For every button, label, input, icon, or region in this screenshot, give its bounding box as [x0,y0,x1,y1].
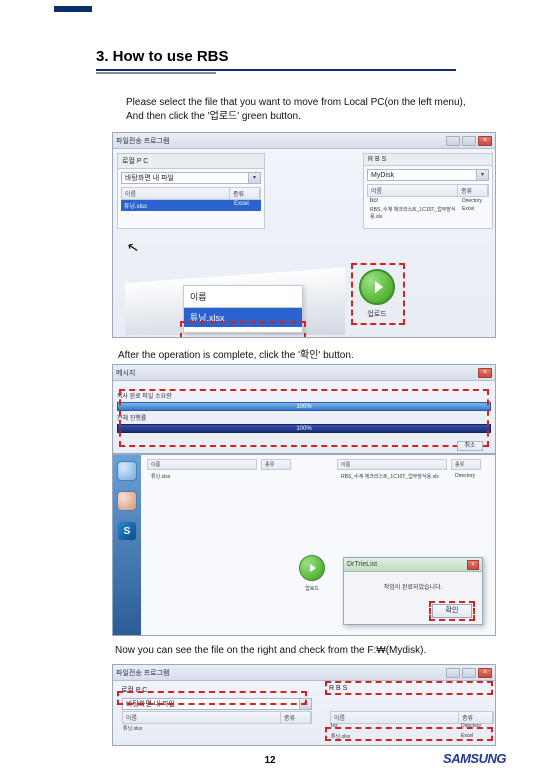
arrow-right-icon [310,564,316,572]
minimize-button[interactable] [446,668,460,678]
strip-icon-2 [117,491,137,511]
ss2-highlight [119,389,489,447]
dialog-titlebar: DrTrieList × [344,558,482,572]
ss3-right-file[interactable]: RBS_수계 체크리스트_1C10T_업무장식용.xls [341,473,451,480]
chevron-down-icon[interactable]: ▾ [476,170,488,180]
dialog-title: DrTrieList [347,561,377,568]
row-type: Excel [231,201,261,210]
dialog-ok-highlight [429,601,475,621]
cancel-button[interactable]: 취소 [457,441,483,451]
col-type: 종류 [230,188,260,199]
ss4-highlight-right-1 [325,681,493,695]
ss3-upload-label: 업로드 [299,585,325,592]
ss1-right-panel: R B S MyDisk ▾ 이름 종류 bcr Directory RBS, … [363,153,493,229]
strip-icon-1 [117,461,137,481]
ss3-right-type: Directory [455,473,475,479]
heading-underline [96,72,216,74]
intro-text: Please select the file that you want to … [126,96,506,123]
col-name: 이름 [368,185,458,196]
ss3-body: 이름 종류 튜닝.xlsx 이름 종류 RBS_수계 체크리스트_1C10T_업… [141,455,496,636]
dialog-close-button[interactable]: × [467,560,479,570]
screenshot-4: 파일전송 프로그램 × 로컬 P C 바탕화면 내 파일 ▾ 이름 종류 튜닝.… [112,664,496,746]
col-type: 종류 [459,712,493,723]
col-type: 종류 [458,185,488,196]
row-name: RBS, 수계 체크리스트_1C10T_업무장식용.xls [367,206,459,220]
window-buttons: × [446,136,492,146]
row-type: Excel [459,206,489,220]
ss1-title: 파일전송 프로그램 [116,136,169,146]
upload-label: 업로드 [359,309,395,319]
window-buttons: × [446,668,492,678]
ss4-highlight-left [117,691,307,705]
close-button[interactable]: × [478,136,492,146]
ss1-right-combo-value: MyDisk [368,172,476,179]
maximize-button[interactable] [462,668,476,678]
ss4-highlight-right-2 [325,727,493,741]
section-heading: 3. How to use RBS [96,48,456,71]
arrow-right-icon [375,281,383,293]
ss1-right-row2[interactable]: RBS, 수계 체크리스트_1C10T_업무장식용.xls Excel [367,205,489,221]
zoom-selected-row[interactable]: 튜닝.xlsx [184,308,302,327]
cursor-icon: ↖ [125,238,140,257]
row-type: Directory [459,198,489,204]
intro-line2: And then click the '업로드' green button. [126,111,301,122]
ss1-right-row1[interactable]: bcr Directory [367,197,489,205]
ss4-left-list-header: 이름 종류 [122,711,312,724]
ss3-left-file[interactable]: 튜닝.xlsx [151,473,170,480]
upload-button-small[interactable] [299,555,325,581]
ss1-left-combo-value: 바탕화면 내 파일 [122,173,248,183]
ss4-left-row[interactable]: 튜닝.xlsx [123,725,142,732]
note-final: Now you can see the file on the right an… [115,645,426,656]
ss1-right-panel-label: R B S [364,154,492,166]
strip-icon-s: S [117,521,137,541]
ss3-col-type-right: 종류 [451,459,481,470]
ss1-left-combo[interactable]: 바탕화면 내 파일 ▾ [121,172,261,184]
ss1-left-panel: 로컬 P C 바탕화면 내 파일 ▾ 이름 종류 튜닝.xlsx Excel [117,153,265,229]
upload-button[interactable] [359,269,395,305]
note-after-operation: After the operation is complete, click t… [118,346,354,361]
col-name: 이름 [331,712,459,723]
col-name: 이름 [122,188,230,199]
zoom-header: 이름 [184,286,302,308]
ss1-right-list-header: 이름 종류 [367,184,489,197]
samsung-logo: SAMSUNG [443,751,506,766]
row-name: 튜닝.xlsx [121,201,231,210]
ss3-col-name-left: 이름 [147,459,257,470]
screenshot-2: 메시지 × 복사 완료 파일 소요량 100% 전체 진행률 100% 취소 [112,364,496,454]
ss3-col-name-right: 이름 [337,459,447,470]
ss1-left-row-selected[interactable]: 튜닝.xlsx Excel [121,200,261,211]
col-name: 이름 [123,712,281,723]
ss1-left-panel-label: 로컬 P C [118,154,264,169]
chevron-down-icon[interactable]: ▾ [248,173,260,183]
ss3-left-strip: S [113,455,141,636]
ss4-title: 파일전송 프로그램 [116,668,169,678]
ss1-titlebar: 파일전송 프로그램 × [113,133,495,149]
ss4-titlebar: 파일전송 프로그램 × [113,665,495,681]
dialog-message: 작업이 완료되었습니다. [348,582,478,591]
ss1-right-combo[interactable]: MyDisk ▾ [367,169,489,181]
ss3-col-type-left: 종류 [261,459,291,470]
window-buttons: × [478,368,492,378]
close-button[interactable]: × [478,368,492,378]
ss2-title: 메시지 [116,368,135,378]
col-type: 종류 [281,712,311,723]
row-name: bcr [367,198,459,204]
intro-line1: Please select the file that you want to … [126,97,466,108]
minimize-button[interactable] [446,136,460,146]
maximize-button[interactable] [462,136,476,146]
close-button[interactable]: × [478,668,492,678]
ss1-left-list-header: 이름 종류 [121,187,261,200]
top-accent [54,6,92,12]
ss2-titlebar: 메시지 × [113,365,495,381]
screenshot-1: 파일전송 프로그램 × 로컬 P C 바탕화면 내 파일 ▾ 이름 종류 튜닝.… [112,132,496,338]
screenshot-3: S 이름 종류 튜닝.xlsx 이름 종류 RBS_수계 체크리스트_1C10T… [112,454,496,636]
confirm-dialog: DrTrieList × 작업이 완료되었습니다. 확인 [343,557,483,625]
ss1-zoom-panel: 이름 튜닝.xlsx [183,285,303,333]
